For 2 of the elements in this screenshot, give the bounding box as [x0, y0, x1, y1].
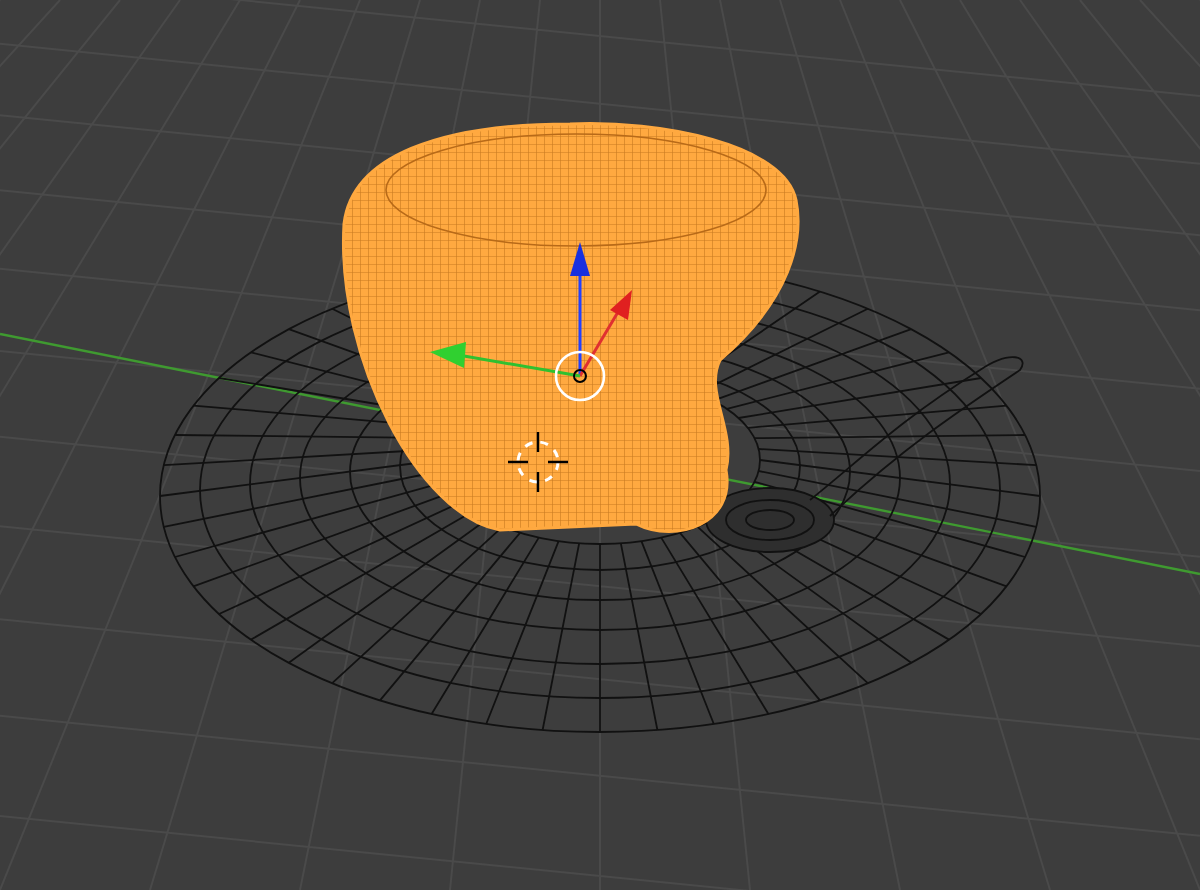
transform-gizmo-drawing[interactable]: [430, 242, 632, 402]
crosshair-cursor-icon: [506, 430, 570, 494]
